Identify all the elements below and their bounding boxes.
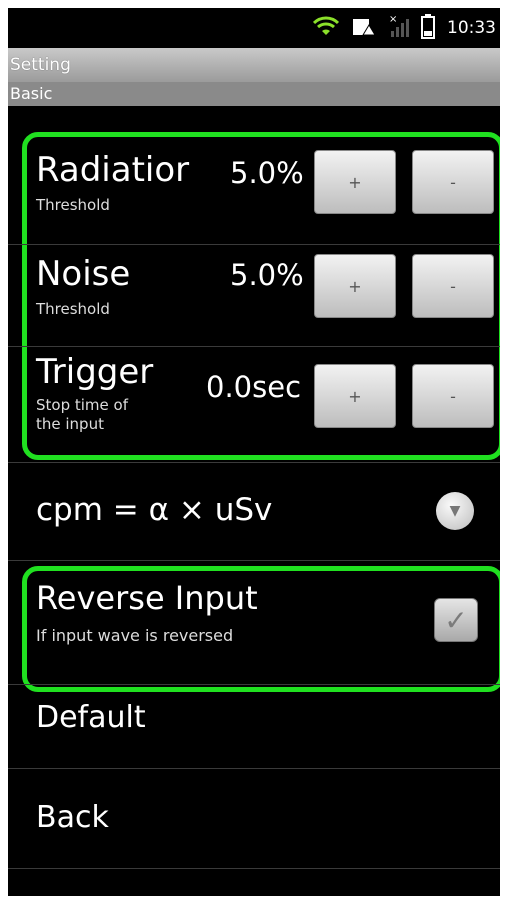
setting-row-radiation: Radiatior Threshold 5.0% + - — [8, 142, 500, 242]
battery-icon — [421, 13, 435, 44]
setting-value: 5.0% — [230, 156, 304, 190]
phone-screen: × 10:33 Setting Basic Radiatior Threshol… — [8, 8, 500, 896]
setting-name: Trigger — [36, 352, 154, 392]
title-bar: Setting — [8, 48, 500, 82]
divider — [8, 346, 500, 347]
divider — [8, 560, 500, 561]
setting-row-noise: Noise Threshold 5.0% + - — [8, 246, 500, 346]
increase-button[interactable]: + — [314, 364, 396, 428]
increase-button[interactable]: + — [314, 254, 396, 318]
dropdown-arrow-icon[interactable]: ▼ — [436, 492, 474, 530]
status-bar: × 10:33 — [8, 8, 500, 48]
divider — [8, 868, 500, 869]
reverse-input-row[interactable]: Reverse Input If input wave is reversed … — [8, 572, 500, 676]
decrease-button[interactable]: - — [412, 364, 494, 428]
reverse-input-title: Reverse Input — [36, 579, 258, 617]
setting-subtitle: Threshold — [36, 196, 110, 214]
setting-value: 5.0% — [230, 258, 304, 292]
reverse-input-subtitle: If input wave is reversed — [36, 626, 234, 645]
setting-name: Radiatior — [36, 150, 190, 190]
signal-icon: × — [387, 13, 409, 44]
svg-text:×: × — [389, 14, 397, 25]
formula-label: cpm = α × uSv — [36, 492, 273, 528]
clock: 10:33 — [447, 18, 496, 38]
sd-card-icon — [351, 15, 376, 42]
formula-row[interactable]: cpm = α × uSv ▼ — [8, 464, 500, 556]
divider — [8, 244, 500, 245]
decrease-button[interactable]: - — [412, 150, 494, 214]
reverse-input-checkbox[interactable]: ✓ — [434, 598, 478, 642]
wifi-icon — [312, 15, 340, 42]
increase-button[interactable]: + — [314, 150, 396, 214]
setting-subtitle: Stop time of the input — [36, 396, 128, 433]
back-button[interactable]: Back — [36, 800, 109, 835]
section-header-basic: Basic — [8, 82, 500, 106]
setting-subtitle: Threshold — [36, 300, 110, 318]
decrease-button[interactable]: - — [412, 254, 494, 318]
setting-name: Noise — [36, 254, 131, 294]
divider — [8, 684, 500, 685]
divider — [8, 768, 500, 769]
setting-row-trigger: Trigger Stop time of the input 0.0sec + … — [8, 348, 500, 448]
divider — [8, 462, 500, 463]
default-button[interactable]: Default — [36, 700, 146, 735]
setting-value: 0.0sec — [206, 370, 302, 404]
